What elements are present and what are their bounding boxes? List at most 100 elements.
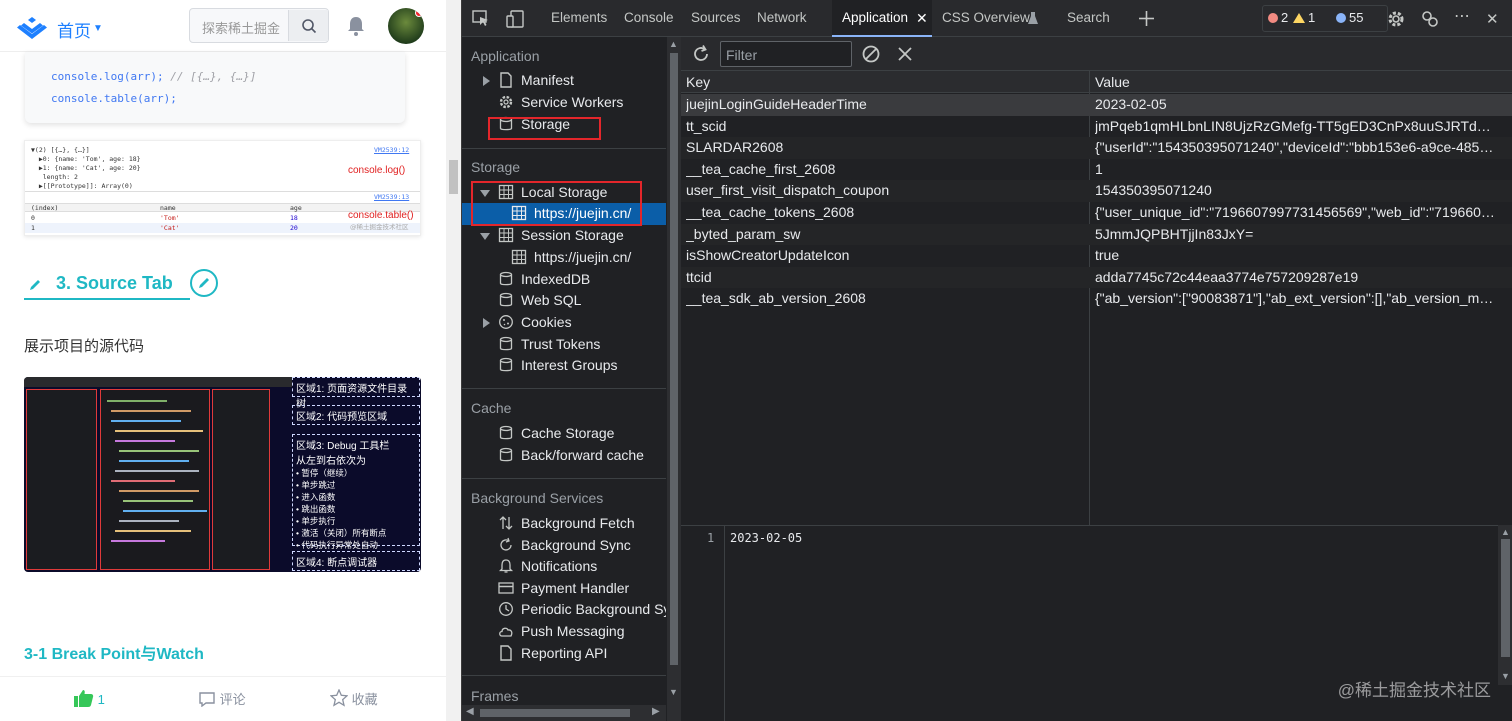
table-row[interactable]: __tea_cache_first_2608 1 — [681, 159, 1512, 181]
table-grid-icon — [511, 249, 527, 265]
zone-3-item: • 进入函数 — [296, 492, 336, 502]
table-row[interactable]: tt_scid jmPqeb1qmHLbnLIN8UjzRzGMefg-TT5g… — [681, 116, 1512, 138]
bell-icon[interactable] — [344, 14, 368, 38]
search-input[interactable]: 探索稀土掘金 — [202, 18, 288, 37]
table-row[interactable]: ttcid adda7745c72c44eaa3774e757209287e19 — [681, 266, 1512, 289]
more-options-icon[interactable]: ⋯ — [1454, 6, 1471, 26]
tab-sources[interactable]: Sources — [691, 10, 741, 25]
sidebar-item-manifest[interactable]: Manifest — [462, 70, 666, 92]
sidebar-item-notifications[interactable]: Notifications — [462, 556, 666, 578]
tab-network[interactable]: Network — [757, 10, 807, 25]
document-icon — [500, 72, 512, 88]
scrollbar-thumb[interactable] — [1501, 539, 1510, 657]
clear-all-icon[interactable] — [861, 44, 881, 64]
table-row[interactable]: __tea_cache_tokens_2608 {"user_unique_id… — [681, 202, 1512, 224]
sidebar-item-indexeddb[interactable]: IndexedDB — [462, 269, 666, 291]
expand-arrow-icon[interactable] — [483, 76, 490, 86]
delete-selected-icon[interactable] — [897, 46, 913, 62]
table-header: age — [290, 204, 302, 212]
sidebar-item-label: Service Workers — [521, 94, 624, 110]
warning-count[interactable]: 1 — [1293, 10, 1315, 25]
table-row[interactable]: isShowCreatorUpdateIcon true — [681, 245, 1512, 267]
comment-button[interactable]: 评论 — [198, 689, 246, 708]
search-button[interactable] — [288, 10, 328, 41]
sidebar-item-payment-handler[interactable]: Payment Handler — [462, 578, 666, 600]
sidebar-item-local-storage[interactable]: Local Storage — [462, 182, 666, 204]
console-source-link: VM2539:12 — [374, 146, 410, 154]
avatar[interactable] — [388, 8, 424, 44]
sidebar-item-interest-groups[interactable]: Interest Groups — [462, 355, 666, 377]
collapse-arrow-icon[interactable] — [480, 233, 490, 240]
table-row[interactable]: __tea_sdk_ab_version_2608 {"ab_version":… — [681, 288, 1512, 310]
preview-text[interactable]: 2023-02-05 — [730, 531, 802, 545]
tab-search[interactable]: Search — [1067, 10, 1110, 25]
scroll-down-icon[interactable]: ▼ — [669, 687, 678, 697]
console-line: ▶[[Prototype]]: Array(0) — [31, 182, 133, 190]
like-button[interactable]: 1 — [74, 689, 105, 707]
page-scrollbar-thumb[interactable] — [449, 160, 458, 194]
tab-console[interactable]: Console — [624, 10, 674, 25]
article-action-bar: 1 评论 收藏 — [0, 676, 446, 721]
collect-button[interactable]: 收藏 — [329, 688, 378, 708]
sidebar-item-session-origin[interactable]: https://juejin.cn/ — [462, 247, 666, 269]
scrollbar-thumb[interactable] — [670, 53, 678, 665]
sidebar-item-web-sql[interactable]: Web SQL — [462, 290, 666, 312]
scroll-down-icon[interactable]: ▼ — [1501, 671, 1510, 681]
thumbs-up-icon — [74, 690, 94, 707]
sidebar-item-periodic-sync[interactable]: Periodic Background Sync — [462, 599, 666, 621]
device-toolbar-icon[interactable] — [506, 9, 526, 29]
close-tab-icon[interactable]: ✕ — [916, 10, 928, 27]
scroll-right-icon[interactable]: ▶ — [652, 706, 660, 717]
filter-input[interactable]: Filter — [720, 41, 852, 67]
sidebar-item-reporting-api[interactable]: Reporting API — [462, 643, 666, 665]
mini-toolbar — [24, 377, 292, 387]
sidebar-vertical-scrollbar[interactable]: ▲ ▼ — [667, 37, 681, 721]
tab-css-overview[interactable]: CSS Overview — [942, 10, 1030, 25]
info-count[interactable]: 55 — [1336, 10, 1363, 25]
sidebar-item-background-fetch[interactable]: Background Fetch — [462, 513, 666, 535]
sidebar-item-push-messaging[interactable]: Push Messaging — [462, 621, 666, 643]
scrollbar-thumb[interactable] — [480, 709, 630, 717]
chevron-down-icon[interactable]: ▼ — [93, 23, 103, 34]
devtools-panel: Elements Console Sources Network Applica… — [461, 0, 1512, 721]
column-header-key[interactable]: Key — [686, 74, 710, 90]
more-tabs-plus-icon[interactable] — [1138, 10, 1155, 27]
sidebar-item-session-storage[interactable]: Session Storage — [462, 225, 666, 247]
scroll-up-icon[interactable]: ▲ — [1501, 527, 1510, 537]
error-count[interactable]: 2 — [1268, 10, 1288, 25]
sidebar-item-label: Back/forward cache — [521, 447, 644, 463]
tab-elements[interactable]: Elements — [551, 10, 607, 25]
scroll-left-icon[interactable]: ◀ — [466, 706, 474, 717]
collapse-arrow-icon[interactable] — [480, 190, 490, 197]
juejin-logo-icon[interactable] — [16, 15, 48, 39]
sidebar-item-cookies[interactable]: Cookies — [462, 312, 666, 334]
customize-icon[interactable] — [1420, 9, 1440, 29]
refresh-icon[interactable] — [691, 44, 711, 64]
search-box[interactable]: 探索稀土掘金 — [189, 8, 329, 43]
inspect-element-icon[interactable] — [472, 10, 490, 28]
table-row[interactable]: _byted_param_sw 5JmmJQPBHTjjIn83JxY= — [681, 223, 1512, 246]
home-nav-link[interactable]: 首页 — [57, 17, 91, 42]
table-row[interactable]: SLARDAR2608 {"userId":"154350395071240",… — [681, 137, 1512, 159]
close-devtools-icon[interactable]: ✕ — [1486, 10, 1499, 28]
sidebar-horizontal-scrollbar[interactable]: ◀ ▶ — [462, 705, 666, 721]
sidebar-item-cache-storage[interactable]: Cache Storage — [462, 423, 666, 445]
sidebar-item-trust-tokens[interactable]: Trust Tokens — [462, 334, 666, 356]
tab-application[interactable]: Application — [842, 10, 908, 25]
gear-icon[interactable] — [1386, 9, 1406, 29]
database-icon — [499, 425, 513, 440]
sidebar-item-local-origin[interactable]: https://juejin.cn/ — [462, 203, 666, 225]
table-row[interactable]: user_first_visit_dispatch_coupon 1543503… — [681, 180, 1512, 202]
preview-vertical-scrollbar[interactable]: ▲ ▼ — [1498, 525, 1512, 685]
sidebar-item-background-sync[interactable]: Background Sync — [462, 535, 666, 557]
sidebar-item-storage[interactable]: Storage — [462, 114, 666, 136]
table-grid-icon — [498, 227, 514, 243]
comment-label: 评论 — [219, 692, 246, 707]
expand-arrow-icon[interactable] — [483, 318, 490, 328]
table-row[interactable]: juejinLoginGuideHeaderTime 2023-02-05 — [681, 94, 1512, 116]
sidebar-item-service-workers[interactable]: Service Workers — [462, 92, 666, 114]
column-header-value[interactable]: Value — [1095, 74, 1130, 90]
page-scrollbar[interactable] — [446, 0, 461, 721]
scroll-up-icon[interactable]: ▲ — [669, 39, 678, 49]
sidebar-item-bfcache[interactable]: Back/forward cache — [462, 445, 666, 467]
